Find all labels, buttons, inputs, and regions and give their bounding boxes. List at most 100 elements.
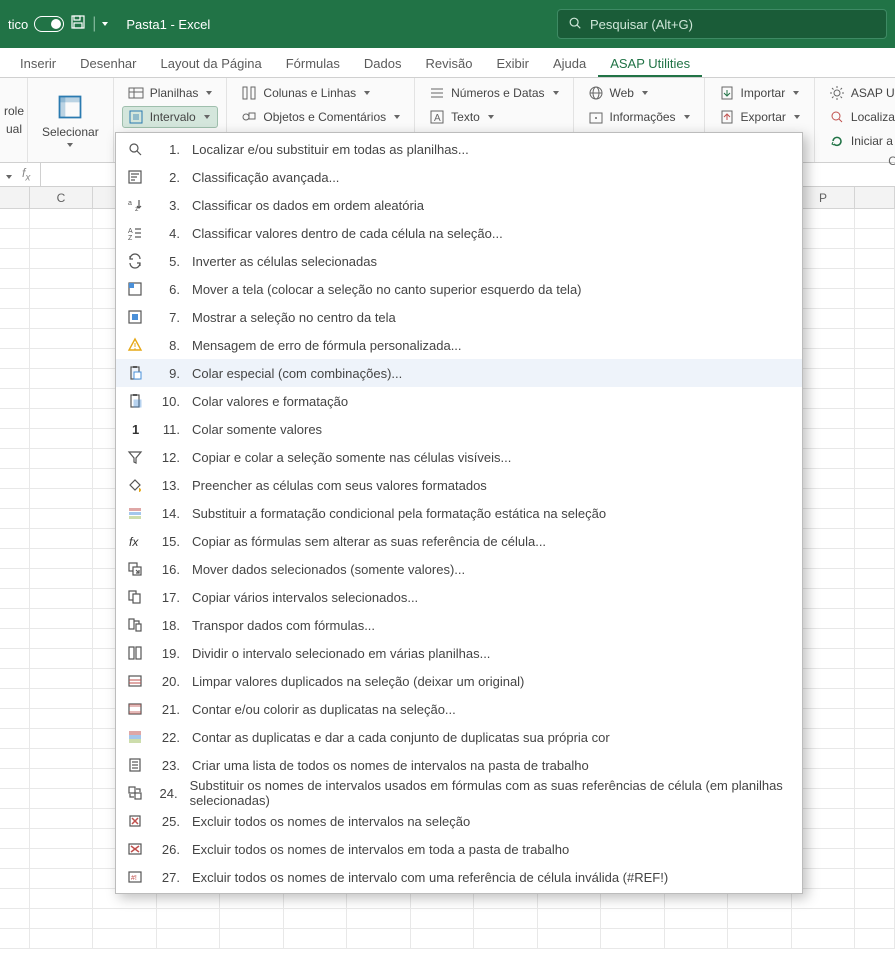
importar-button[interactable]: Importar: [713, 82, 806, 104]
cell[interactable]: [0, 489, 30, 508]
cell[interactable]: [30, 649, 94, 668]
col-header-c[interactable]: C: [30, 187, 94, 208]
cell[interactable]: [30, 689, 94, 708]
cell[interactable]: [0, 349, 30, 368]
cell[interactable]: [30, 489, 94, 508]
tab-inserir[interactable]: Inserir: [8, 50, 68, 77]
tab-layout[interactable]: Layout da Página: [149, 50, 274, 77]
cell[interactable]: [30, 289, 94, 308]
cell[interactable]: [0, 749, 30, 768]
cell[interactable]: [30, 249, 94, 268]
cell[interactable]: [855, 829, 895, 848]
cell[interactable]: [855, 809, 895, 828]
cell[interactable]: [0, 609, 30, 628]
cell[interactable]: [0, 289, 30, 308]
grid-row[interactable]: [0, 929, 895, 949]
cell[interactable]: [0, 709, 30, 728]
cell[interactable]: [30, 709, 94, 728]
cell[interactable]: [0, 789, 30, 808]
cell[interactable]: [30, 589, 94, 608]
cell[interactable]: [30, 749, 94, 768]
menu-item-2[interactable]: 2.Classificação avançada...: [116, 163, 802, 191]
objetos-button[interactable]: Objetos e Comentários: [235, 106, 406, 128]
cell[interactable]: [538, 909, 602, 928]
cell[interactable]: [855, 329, 895, 348]
cell[interactable]: [601, 929, 665, 948]
cell[interactable]: [30, 929, 94, 948]
cell[interactable]: [855, 609, 895, 628]
cell[interactable]: [855, 849, 895, 868]
cell[interactable]: [30, 269, 94, 288]
colunas-button[interactable]: Colunas e Linhas: [235, 82, 406, 104]
cell[interactable]: [347, 929, 411, 948]
cell[interactable]: [0, 389, 30, 408]
cell[interactable]: [30, 729, 94, 748]
cell[interactable]: [855, 789, 895, 808]
cell[interactable]: [855, 869, 895, 888]
cell[interactable]: [474, 929, 538, 948]
cell[interactable]: [855, 729, 895, 748]
menu-item-17[interactable]: 17.Copiar vários intervalos selecionados…: [116, 583, 802, 611]
cell[interactable]: [30, 509, 94, 528]
cell[interactable]: [30, 769, 94, 788]
cell[interactable]: [0, 329, 30, 348]
grid-row[interactable]: [0, 909, 895, 929]
exportar-button[interactable]: Exportar: [713, 106, 806, 128]
cell[interactable]: [855, 769, 895, 788]
cell[interactable]: [0, 629, 30, 648]
fx-icon[interactable]: fx: [22, 166, 30, 183]
cell[interactable]: [30, 229, 94, 248]
localizar-button[interactable]: Localizar e s: [823, 106, 895, 128]
cell[interactable]: [30, 549, 94, 568]
menu-item-5[interactable]: 5.Inverter as células selecionadas: [116, 247, 802, 275]
cell[interactable]: [855, 489, 895, 508]
cell[interactable]: [855, 269, 895, 288]
controle-button[interactable]: role ual: [8, 82, 20, 158]
cell[interactable]: [855, 689, 895, 708]
selecionar-button[interactable]: Selecionar: [36, 82, 105, 158]
menu-item-25[interactable]: 25.Excluir todos os nomes de intervalos …: [116, 807, 802, 835]
cell[interactable]: [0, 689, 30, 708]
cell[interactable]: [0, 469, 30, 488]
cell[interactable]: [855, 429, 895, 448]
menu-item-19[interactable]: 19.Dividir o intervalo selecionado em vá…: [116, 639, 802, 667]
cell[interactable]: [855, 709, 895, 728]
web-button[interactable]: Web: [582, 82, 696, 104]
cell[interactable]: [93, 909, 157, 928]
cell[interactable]: [220, 909, 284, 928]
planilhas-button[interactable]: Planilhas: [122, 82, 219, 104]
cell[interactable]: [855, 509, 895, 528]
cell[interactable]: [0, 869, 30, 888]
menu-item-22[interactable]: 22.Contar as duplicatas e dar a cada con…: [116, 723, 802, 751]
cell[interactable]: [284, 929, 348, 948]
cell[interactable]: [855, 569, 895, 588]
cell[interactable]: [0, 929, 30, 948]
cell[interactable]: [30, 429, 94, 448]
autosave-toggle[interactable]: [34, 16, 64, 32]
cell[interactable]: [0, 429, 30, 448]
col-header[interactable]: [855, 187, 895, 208]
cell[interactable]: [855, 369, 895, 388]
texto-button[interactable]: A Texto: [423, 106, 564, 128]
cell[interactable]: [728, 929, 792, 948]
cell[interactable]: [855, 629, 895, 648]
cell[interactable]: [855, 289, 895, 308]
cell[interactable]: [30, 449, 94, 468]
menu-item-12[interactable]: 12.Copiar e colar a seleção somente nas …: [116, 443, 802, 471]
cell[interactable]: [0, 309, 30, 328]
cell[interactable]: [855, 749, 895, 768]
menu-item-10[interactable]: 10.Colar valores e formatação: [116, 387, 802, 415]
cell[interactable]: [0, 909, 30, 928]
cell[interactable]: [855, 529, 895, 548]
cell[interactable]: [284, 909, 348, 928]
asap-options-button[interactable]: ASAP Utilitie: [823, 82, 895, 104]
menu-item-18[interactable]: 18.Transpor dados com fórmulas...: [116, 611, 802, 639]
save-icon[interactable]: [70, 14, 86, 35]
cell[interactable]: [792, 929, 856, 948]
iniciar-button[interactable]: Iniciar a últim: [823, 130, 895, 152]
cell[interactable]: [30, 849, 94, 868]
cell[interactable]: [0, 549, 30, 568]
menu-item-23[interactable]: 23.Criar uma lista de todos os nomes de …: [116, 751, 802, 779]
menu-item-11[interactable]: 111.Colar somente valores: [116, 415, 802, 443]
cell[interactable]: [0, 829, 30, 848]
